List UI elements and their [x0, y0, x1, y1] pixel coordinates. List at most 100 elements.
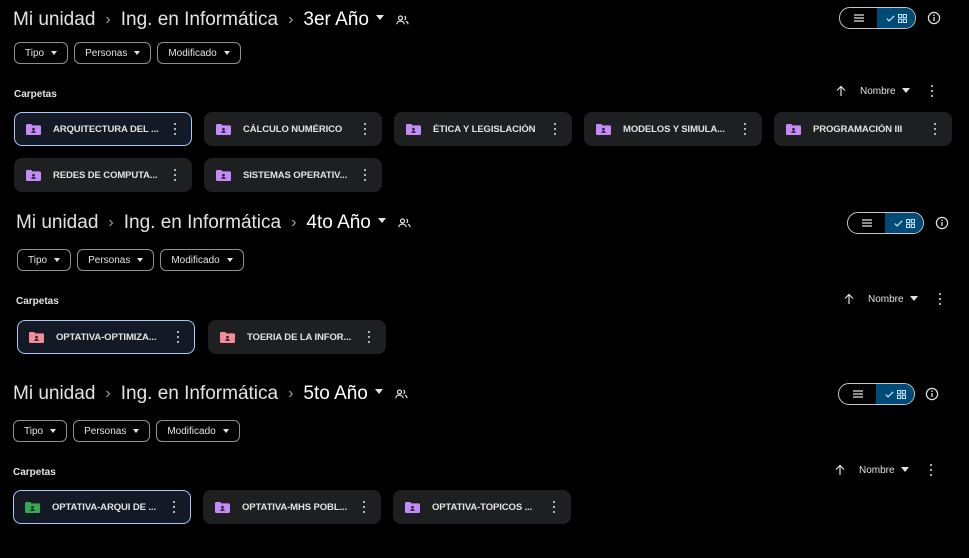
grid-view-button[interactable]	[877, 8, 915, 28]
breadcrumb-current-folder[interactable]: 4to Año	[306, 212, 386, 234]
sort-bar: Nombre	[834, 463, 933, 477]
shared-people-icon[interactable]	[395, 387, 409, 401]
breadcrumb-current-label: 3er Año	[303, 9, 369, 30]
filter-tipo[interactable]: Tipo	[14, 42, 69, 64]
caret-down-icon	[222, 429, 229, 433]
folder-title: TOERIA DE LA INFOR...	[247, 331, 352, 343]
list-view-button[interactable]	[840, 8, 877, 28]
info-icon[interactable]	[935, 216, 949, 230]
list-icon	[853, 14, 864, 22]
breadcrumb-mi-unidad[interactable]: Mi unidad	[16, 212, 98, 234]
more-options-icon[interactable]	[173, 122, 177, 136]
folder-card[interactable]: ÉTICA Y LEGISLACIÓN	[394, 112, 572, 146]
shared-people-icon[interactable]	[396, 13, 410, 27]
more-options-icon[interactable]	[363, 122, 367, 136]
folder-title: REDES DE COMPUTA...	[53, 169, 158, 181]
chevron-right-icon: ›	[291, 214, 297, 231]
more-options-icon[interactable]	[173, 168, 177, 182]
filter-modificado[interactable]: Modificado	[157, 42, 241, 64]
arrow-up-icon[interactable]	[835, 85, 847, 97]
breadcrumb-ing-informatica[interactable]: Ing. en Informática	[121, 383, 278, 405]
breadcrumb: Mi unidad › Ing. en Informática › 5to Añ…	[13, 378, 969, 410]
filter-bar: Tipo Personas Modificado	[17, 249, 244, 271]
breadcrumb-ing-informatica[interactable]: Ing. en Informática	[121, 9, 278, 31]
folder-card[interactable]: OPTATIVA-ARQUI DE ...	[13, 490, 191, 524]
grid-icon	[896, 389, 906, 399]
folder-title: OPTATIVA-ARQUI DE ...	[52, 501, 156, 513]
shared-folder-icon	[216, 169, 231, 181]
more-options-icon[interactable]	[172, 500, 176, 514]
more-options-icon[interactable]	[176, 330, 180, 344]
folder-card[interactable]: TOERIA DE LA INFOR...	[208, 320, 386, 354]
folder-card[interactable]: CÁLCULO NUMÉRICO	[204, 112, 382, 146]
more-options-icon[interactable]	[553, 122, 557, 136]
caret-down-icon	[226, 258, 233, 262]
folder-title: ÉTICA Y LEGISLACIÓN	[433, 123, 536, 135]
breadcrumb-current-label: 5to Año	[303, 383, 368, 404]
folder-card[interactable]: REDES DE COMPUTA...	[14, 158, 192, 192]
filter-modificado[interactable]: Modificado	[160, 249, 244, 271]
folder-card[interactable]: PROGRAMACIÓN III	[774, 112, 952, 146]
folder-card[interactable]: OPTATIVA-TOPICOS ...	[393, 490, 571, 524]
more-options-icon[interactable]	[743, 122, 747, 136]
caret-down-icon	[223, 51, 230, 55]
sort-by-name-button[interactable]: Nombre	[859, 465, 909, 476]
breadcrumb-ing-informatica[interactable]: Ing. en Informática	[124, 212, 281, 234]
arrow-up-icon[interactable]	[834, 464, 846, 476]
grid-view-button[interactable]	[885, 213, 923, 233]
more-options-icon[interactable]	[362, 500, 366, 514]
folders-heading: Carpetas	[13, 467, 56, 478]
folder-title: OPTATIVA-MHS POBL...	[242, 501, 348, 513]
caret-down-icon	[375, 15, 384, 21]
info-icon[interactable]	[925, 387, 939, 401]
check-icon	[885, 14, 895, 22]
sort-by-name-button[interactable]: Nombre	[860, 86, 910, 97]
more-options-icon[interactable]	[363, 168, 367, 182]
breadcrumb-mi-unidad[interactable]: Mi unidad	[13, 9, 95, 31]
filter-personas[interactable]: Personas	[74, 42, 152, 64]
breadcrumb-mi-unidad[interactable]: Mi unidad	[13, 383, 95, 405]
folder-card[interactable]: ARQUITECTURA DEL ...	[14, 112, 192, 146]
shared-folder-icon	[215, 501, 230, 513]
breadcrumb: Mi unidad › Ing. en Informática › 4to Añ…	[16, 207, 969, 239]
arrow-up-icon[interactable]	[843, 293, 855, 305]
filter-modificado[interactable]: Modificado	[156, 420, 240, 442]
list-view-button[interactable]	[848, 213, 885, 233]
shared-folder-icon	[26, 169, 41, 181]
more-options-icon[interactable]	[933, 122, 937, 136]
filter-bar: Tipo Personas Modificado	[14, 42, 241, 64]
more-options-icon[interactable]	[367, 330, 371, 344]
folder-card[interactable]: OPTATIVA-OPTIMIZA...	[17, 320, 195, 354]
chevron-right-icon: ›	[108, 214, 114, 231]
more-options-icon[interactable]	[930, 84, 934, 98]
view-toggle	[838, 383, 915, 405]
folder-card[interactable]: MODELOS Y SIMULA...	[584, 112, 762, 146]
breadcrumb: Mi unidad › Ing. en Informática › 3er Añ…	[13, 4, 969, 36]
folder-card[interactable]: SISTEMAS OPERATIV...	[204, 158, 382, 192]
filter-tipo[interactable]: Tipo	[13, 420, 68, 442]
grid-view-button[interactable]	[876, 384, 914, 404]
shared-people-icon[interactable]	[398, 216, 412, 230]
filter-tipo[interactable]: Tipo	[17, 249, 72, 271]
more-options-icon[interactable]	[552, 500, 556, 514]
folder-title: CÁLCULO NUMÉRICO	[243, 123, 343, 135]
folder-card[interactable]: OPTATIVA-MHS POBL...	[203, 490, 381, 524]
filter-personas[interactable]: Personas	[77, 249, 155, 271]
grid-icon	[905, 218, 915, 228]
folders-heading: Carpetas	[14, 89, 57, 100]
shared-folder-icon	[29, 331, 44, 343]
sort-by-name-button[interactable]: Nombre	[868, 294, 918, 305]
breadcrumb-current-folder[interactable]: 3er Año	[303, 9, 384, 31]
breadcrumb-current-folder[interactable]: 5to Año	[303, 383, 383, 405]
caret-down-icon	[900, 467, 909, 473]
shared-folder-icon	[220, 331, 235, 343]
breadcrumb-current-label: 4to Año	[306, 212, 371, 233]
list-view-button[interactable]	[839, 384, 876, 404]
list-icon	[852, 390, 863, 398]
info-icon[interactable]	[927, 11, 941, 25]
sort-bar: Nombre	[843, 292, 942, 306]
filter-personas[interactable]: Personas	[73, 420, 151, 442]
more-options-icon[interactable]	[938, 292, 942, 306]
more-options-icon[interactable]	[929, 463, 933, 477]
shared-folder-icon	[216, 123, 231, 135]
